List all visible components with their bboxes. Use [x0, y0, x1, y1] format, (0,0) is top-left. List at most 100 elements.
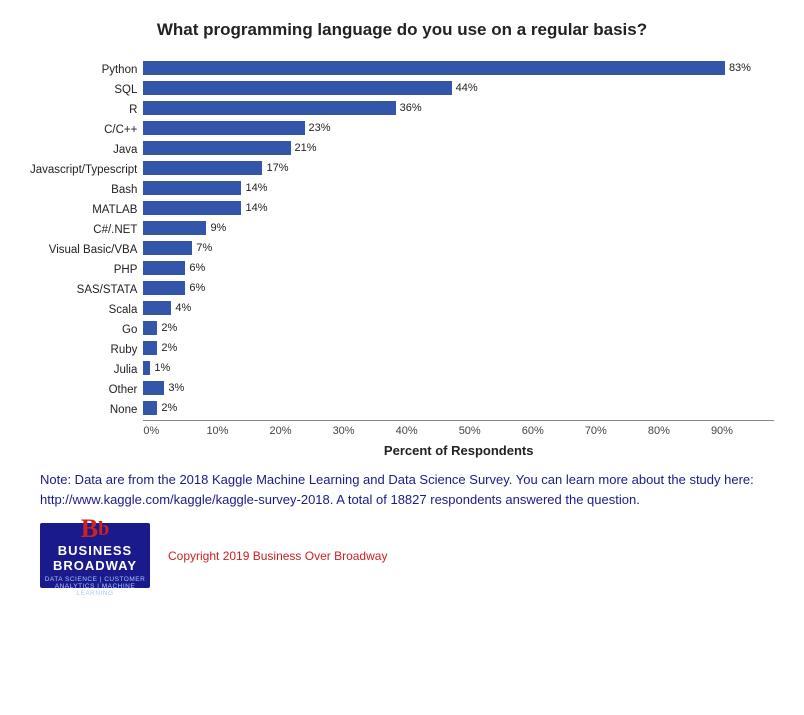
bar-fill — [143, 281, 185, 295]
bar-row: 6% — [143, 278, 774, 298]
y-label: C#/.NET — [93, 220, 137, 240]
bar-value-label: 6% — [189, 262, 205, 274]
bar-row: 2% — [143, 398, 774, 418]
y-label: Go — [122, 320, 137, 340]
bar-row: 2% — [143, 338, 774, 358]
bar-fill — [143, 341, 157, 355]
bar-fill — [143, 361, 150, 375]
x-tick: 90% — [711, 425, 774, 437]
x-tick: 70% — [585, 425, 648, 437]
x-tick: 50% — [459, 425, 522, 437]
bar-row: 23% — [143, 118, 774, 138]
bar-row: 44% — [143, 78, 774, 98]
bar-fill — [143, 61, 725, 75]
bar-fill — [143, 261, 185, 275]
bar-row: 14% — [143, 198, 774, 218]
logo-box: B b BUSINESSBROADWAY DATA SCIENCE | CUST… — [40, 523, 150, 588]
copyright: Copyright 2019 Business Over Broadway — [168, 549, 387, 563]
bar-row: 14% — [143, 178, 774, 198]
y-label: Scala — [109, 300, 138, 320]
bar-value-label: 7% — [196, 242, 212, 254]
bars-section: 83% 44% 36% 23% 21% 17% 14% 14% 9% 7% 6% 6% 4% 2% 2% 1%… — [143, 58, 774, 458]
bar-value-label: 2% — [161, 322, 177, 334]
bar-fill — [143, 301, 171, 315]
bar-value-label: 23% — [309, 122, 331, 134]
bar-value-label: 3% — [168, 382, 184, 394]
y-labels: PythonSQLRC/C++JavaJavascript/Typescript… — [30, 58, 137, 458]
y-label: Other — [109, 380, 138, 400]
bar-row: 9% — [143, 218, 774, 238]
y-label: Javascript/Typescript — [30, 160, 137, 180]
y-label: SQL — [114, 80, 137, 100]
x-tick: 40% — [396, 425, 459, 437]
x-tick: 20% — [270, 425, 333, 437]
y-label: Julia — [114, 360, 138, 380]
bar-value-label: 36% — [400, 102, 422, 114]
chart-area: PythonSQLRC/C++JavaJavascript/Typescript… — [30, 58, 774, 458]
note-section: Note: Data are from the 2018 Kaggle Mach… — [30, 470, 774, 509]
bar-fill — [143, 241, 192, 255]
y-label: Java — [113, 140, 137, 160]
y-label: Visual Basic/VBA — [49, 240, 138, 260]
y-label: R — [129, 100, 137, 120]
x-tick: 80% — [648, 425, 711, 437]
bar-fill — [143, 161, 262, 175]
bar-fill — [143, 141, 290, 155]
logo-letters: B b — [81, 514, 109, 544]
bar-row: 7% — [143, 238, 774, 258]
footer: B b BUSINESSBROADWAY DATA SCIENCE | CUST… — [30, 523, 774, 588]
bar-row: 83% — [143, 58, 774, 78]
bar-value-label: 17% — [266, 162, 288, 174]
bar-row: 17% — [143, 158, 774, 178]
bar-fill — [143, 321, 157, 335]
bar-row: 36% — [143, 98, 774, 118]
x-axis-line — [143, 420, 774, 421]
bar-row: 2% — [143, 318, 774, 338]
bar-value-label: 2% — [161, 402, 177, 414]
chart-title: What programming language do you use on … — [30, 20, 774, 40]
x-tick: 30% — [333, 425, 396, 437]
logo-tagline: DATA SCIENCE | CUSTOMER ANALYTICS | MACH… — [44, 576, 146, 597]
x-tick: 0% — [143, 425, 206, 437]
bar-fill — [143, 181, 241, 195]
y-label: MATLAB — [92, 200, 137, 220]
bar-fill — [143, 381, 164, 395]
bar-value-label: 9% — [210, 222, 226, 234]
bar-value-label: 2% — [161, 342, 177, 354]
chart-container: What programming language do you use on … — [10, 10, 794, 598]
y-label: Python — [102, 60, 138, 80]
x-tick: 10% — [206, 425, 269, 437]
bar-fill — [143, 101, 395, 115]
bar-value-label: 44% — [456, 82, 478, 94]
bar-value-label: 4% — [175, 302, 191, 314]
bar-value-label: 6% — [189, 282, 205, 294]
bar-value-label: 14% — [245, 182, 267, 194]
x-axis-title: Percent of Respondents — [143, 443, 774, 458]
logo-b2: b — [98, 518, 109, 541]
bar-row: 21% — [143, 138, 774, 158]
x-tick: 60% — [522, 425, 585, 437]
bar-fill — [143, 401, 157, 415]
logo-name: BUSINESSBROADWAY — [53, 544, 137, 574]
bar-row: 1% — [143, 358, 774, 378]
bar-value-label: 1% — [154, 362, 170, 374]
bar-value-label: 83% — [729, 62, 751, 74]
x-ticks: 0%10%20%30%40%50%60%70%80%90% — [143, 425, 774, 437]
bar-row: 4% — [143, 298, 774, 318]
logo-b1: B — [81, 514, 98, 544]
y-label: Bash — [111, 180, 137, 200]
bar-row: 6% — [143, 258, 774, 278]
bar-fill — [143, 201, 241, 215]
y-label: PHP — [114, 260, 138, 280]
bar-fill — [143, 121, 304, 135]
bar-value-label: 14% — [245, 202, 267, 214]
y-label: Ruby — [111, 340, 138, 360]
y-label: C/C++ — [104, 120, 137, 140]
y-label: SAS/STATA — [77, 280, 138, 300]
y-label: None — [110, 400, 138, 420]
bar-fill — [143, 81, 451, 95]
bar-value-label: 21% — [295, 142, 317, 154]
bars-rows: 83% 44% 36% 23% 21% 17% 14% 14% 9% 7% 6% 6% 4% 2% 2% 1%… — [143, 58, 774, 418]
bar-fill — [143, 221, 206, 235]
bar-row: 3% — [143, 378, 774, 398]
